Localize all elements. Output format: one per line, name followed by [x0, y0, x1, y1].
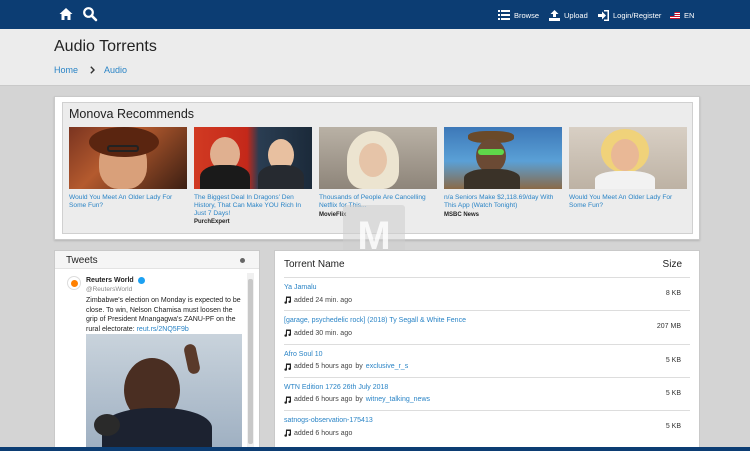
recommend-card[interactable]: The Biggest Deal In Dragons' Den History… — [194, 127, 312, 225]
torrent-name[interactable]: Ya Jamalu — [284, 284, 317, 291]
recommend-title: Monova Recommends — [69, 107, 195, 121]
tweet-body: Zimbabwe's election on Monday is expecte… — [86, 296, 244, 334]
breadcrumb-audio[interactable]: Audio — [104, 65, 127, 75]
chevron-right-icon — [90, 66, 96, 74]
torrent-meta: added 30 min. ago — [284, 329, 352, 338]
browse-link[interactable]: Browse — [498, 8, 539, 22]
music-note-icon — [284, 296, 291, 304]
table-row[interactable]: WTN Edition 1726 26th July 2018 added 6 h… — [284, 376, 690, 410]
torrent-by: by — [355, 396, 363, 404]
recommend-image[interactable] — [319, 127, 437, 189]
flag-icon — [670, 11, 680, 19]
upload-link[interactable]: Upload — [549, 8, 588, 22]
column-header-name[interactable]: Torrent Name — [284, 259, 345, 270]
tweet-link[interactable]: reut.rs/2NQ5F9b — [137, 326, 189, 333]
torrent-added: added 30 min. ago — [294, 329, 352, 337]
page-header: Audio Torrents Home Audio — [0, 29, 750, 86]
torrent-added: added 24 min. ago — [294, 296, 352, 304]
breadcrumb-home[interactable]: Home — [54, 65, 78, 75]
torrent-name[interactable]: satnogs-observation-175413 — [284, 417, 373, 424]
recommend-source: PurchExpert — [194, 219, 230, 226]
recommend-link[interactable]: Would You Meet An Older Lady For Some Fu… — [69, 194, 187, 210]
recommend-link[interactable]: The Biggest Deal In Dragons' Den History… — [194, 194, 312, 217]
torrent-added: added 5 hours ago — [294, 363, 353, 371]
browse-label: Browse — [514, 10, 540, 20]
music-note-icon — [284, 396, 291, 404]
bottom-bar — [0, 447, 750, 451]
top-nav: Browse Upload Login/Register EN — [0, 0, 750, 29]
table-row[interactable]: Ya Jamalu added 24 min. ago 8 KB — [284, 277, 690, 310]
table-row[interactable]: [garage, psychedelic rock] (2018) Ty Seg… — [284, 310, 690, 343]
recommend-source: MSBC News — [444, 211, 480, 218]
tweet-image[interactable] — [86, 334, 242, 448]
tweets-header: Tweets — [55, 251, 259, 269]
tweet-author-name: Reuters World — [86, 277, 134, 284]
torrent-meta: added 24 min. ago — [284, 296, 352, 304]
recommend-card[interactable]: n/a Seniors Make $2,118.69/day With This… — [444, 127, 562, 218]
torrent-meta: added 5 hours ago by exclusive_r_s — [284, 363, 408, 371]
upload-icon — [549, 9, 560, 21]
recommend-card[interactable]: Thousands of People Are Cancelling Netfl… — [319, 127, 437, 218]
torrent-size: 8 KB — [665, 290, 681, 297]
login-icon — [598, 9, 609, 21]
uploader-link[interactable]: exclusive_r_s — [366, 363, 408, 370]
search-icon[interactable] — [82, 6, 98, 22]
torrent-size: 207 MB — [656, 323, 681, 331]
torrent-table: Torrent Name Size Ya Jamalu added 24 min.… — [274, 250, 700, 451]
torrent-meta: added 6 hours ago by witney_talking_news — [284, 396, 430, 404]
recommend-card[interactable]: Would You Meet An Older Lady For Some Fu… — [69, 127, 187, 210]
music-note-icon — [284, 329, 291, 338]
tweets-title: Tweets — [66, 255, 98, 266]
tweet-handle[interactable]: @ReutersWorld — [86, 286, 132, 293]
torrent-by: by — [355, 363, 363, 371]
music-note-icon — [284, 429, 291, 437]
table-row[interactable]: Afro Soul 10 added 5 hours ago by exclusive… — [284, 343, 690, 377]
browse-icon — [498, 10, 510, 20]
tweet-author[interactable]: Reuters World — [86, 277, 145, 284]
torrent-name[interactable]: Afro Soul 10 — [284, 351, 323, 358]
login-label: Login/Register — [613, 10, 662, 20]
info-icon[interactable] — [240, 258, 245, 263]
recommend-image[interactable] — [569, 127, 687, 189]
recommend-image[interactable] — [444, 127, 562, 189]
recommend-link[interactable]: n/a Seniors Make $2,118.69/day With This… — [444, 194, 562, 210]
torrent-size: 5 KB — [665, 389, 681, 397]
tweets-scrollbar[interactable] — [247, 273, 254, 448]
music-note-icon — [284, 363, 291, 371]
upload-label: Upload — [564, 10, 588, 20]
recommend-card[interactable]: Would You Meet An Older Lady For Some Fu… — [569, 127, 687, 210]
login-link[interactable]: Login/Register — [598, 8, 661, 22]
recommend-image[interactable] — [194, 127, 312, 189]
language-label: EN — [684, 10, 695, 20]
torrent-size: 5 KB — [665, 423, 681, 431]
torrent-added: added 6 hours ago — [294, 396, 353, 404]
recommend-link[interactable]: Would You Meet An Older Lady For Some Fu… — [569, 194, 687, 210]
language-selector[interactable]: EN — [670, 8, 694, 22]
page-title: Audio Torrents — [54, 38, 157, 55]
column-header-size[interactable]: Size — [663, 259, 682, 270]
home-icon[interactable] — [58, 6, 74, 22]
verified-icon — [137, 277, 145, 284]
torrent-meta: added 6 hours ago — [284, 429, 352, 437]
avatar[interactable] — [67, 276, 81, 290]
uploader-link[interactable]: witney_talking_news — [366, 396, 430, 403]
breadcrumb: Home Audio — [54, 65, 127, 75]
tweets-widget: Tweets Reuters World @ReutersWorld Zimba… — [54, 250, 260, 451]
recommend-image[interactable] — [69, 127, 187, 189]
torrent-size: 5 KB — [665, 356, 681, 364]
torrent-name[interactable]: [garage, psychedelic rock] (2018) Ty Seg… — [284, 317, 466, 324]
torrent-name[interactable]: WTN Edition 1726 26th July 2018 — [284, 384, 388, 391]
table-row[interactable]: satnogs-observation-175413 added 6 hours … — [284, 410, 690, 443]
torrent-added: added 6 hours ago — [294, 429, 353, 437]
